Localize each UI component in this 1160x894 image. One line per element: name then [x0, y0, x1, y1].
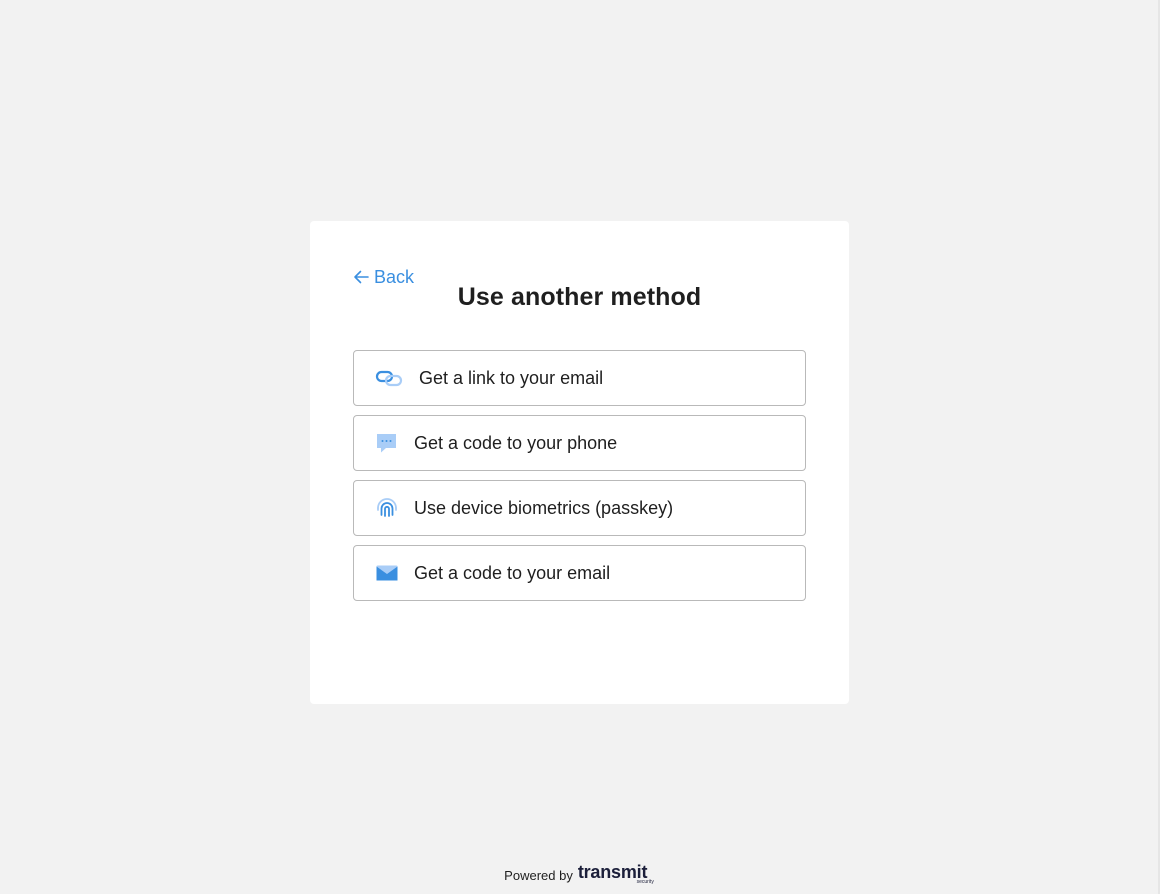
method-email-link-button[interactable]: Get a link to your email	[353, 350, 806, 406]
method-passkey-button[interactable]: Use device biometrics (passkey)	[353, 480, 806, 536]
method-label: Get a code to your phone	[414, 432, 618, 453]
fingerprint-icon	[375, 494, 403, 522]
envelope-icon	[375, 559, 403, 587]
brand-subtitle: security	[636, 879, 654, 885]
method-label: Get a link to your email	[419, 367, 604, 388]
powered-by-text: Powered by	[504, 868, 573, 883]
method-email-code-button[interactable]: Get a code to your email	[353, 545, 806, 601]
method-selection-card: Back Use another method Get a link to yo…	[310, 221, 849, 704]
footer: Powered by transmit security	[0, 862, 1160, 886]
link-icon	[375, 364, 403, 392]
method-phone-code-button[interactable]: Get a code to your phone	[353, 415, 806, 471]
brand-logo: transmit security	[578, 862, 656, 886]
method-list: Get a link to your email Get a code to y…	[353, 350, 806, 601]
method-label: Get a code to your email	[414, 562, 611, 583]
method-label: Use device biometrics (passkey)	[414, 497, 674, 518]
page-title: Use another method	[457, 283, 702, 311]
chat-bubble-icon	[375, 429, 403, 457]
